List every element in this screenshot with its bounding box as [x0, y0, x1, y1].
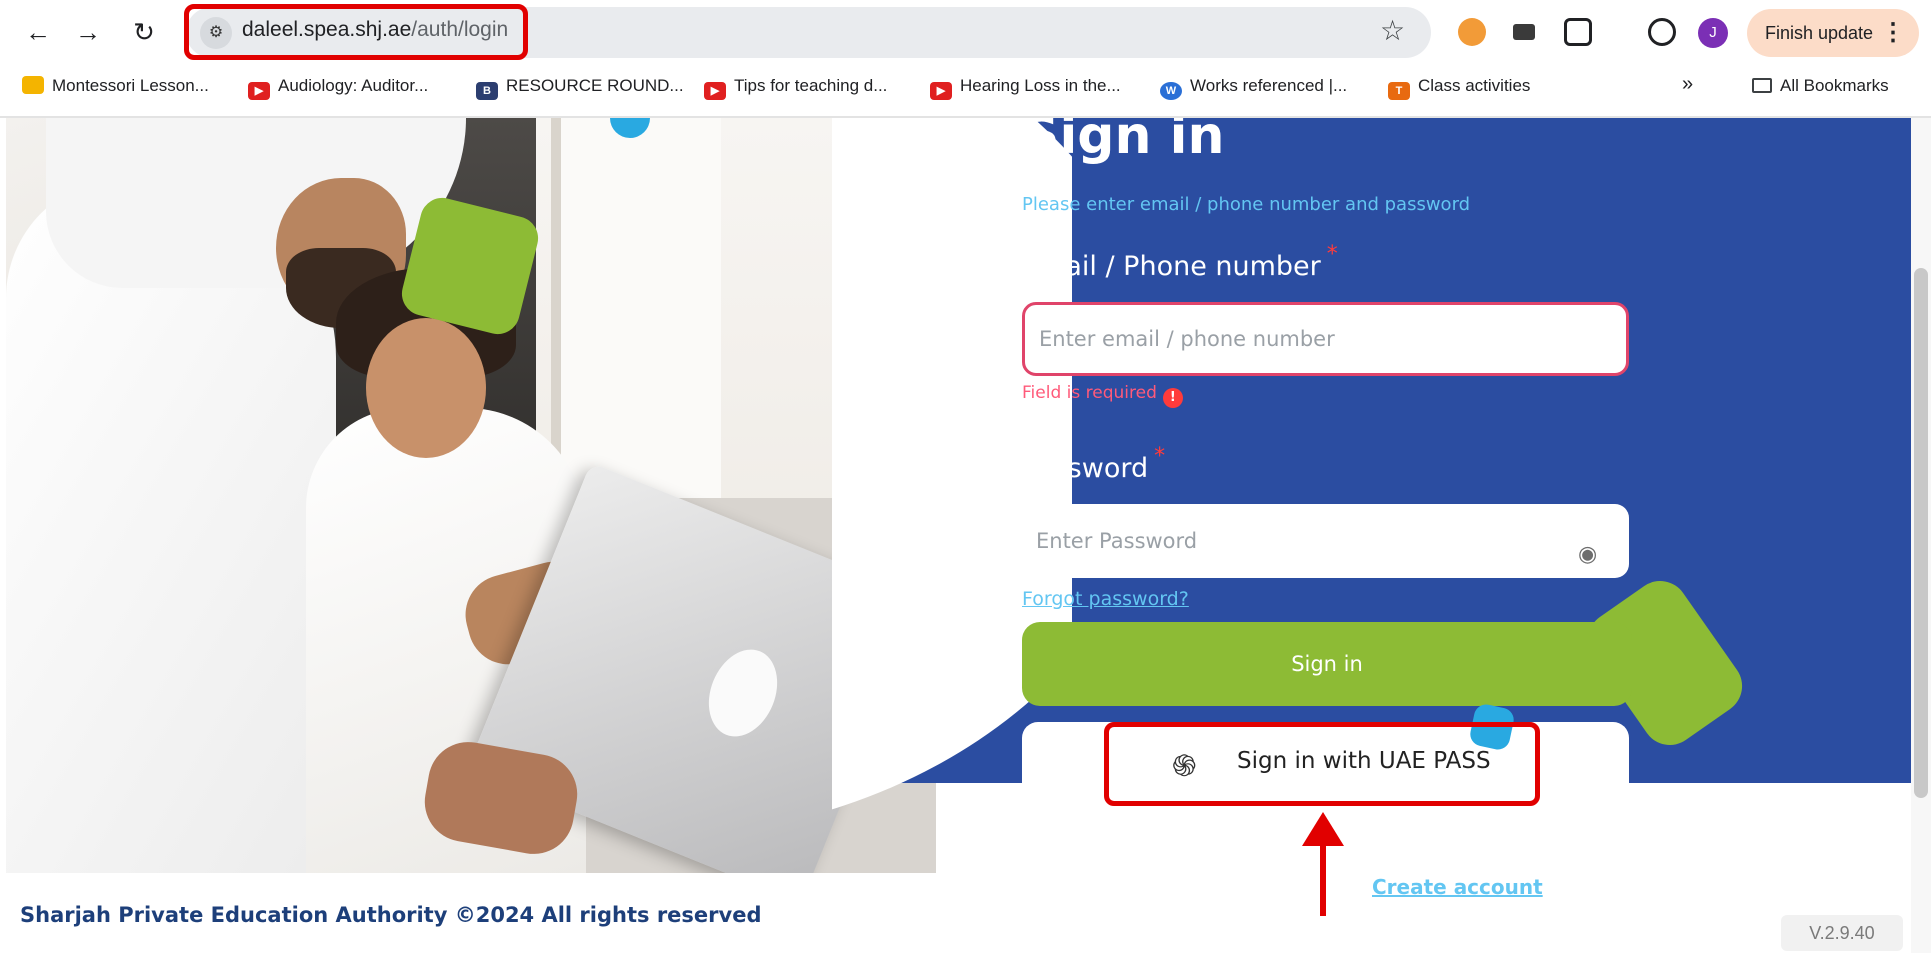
more-bookmarks-chevron-icon[interactable]: » [1682, 73, 1693, 96]
folder-icon [1752, 78, 1772, 93]
bookmarks-bar: Montessori Lesson... ▶ Audiology: Auditor… [0, 70, 1931, 106]
youtube-icon: ▶ [704, 82, 726, 100]
password-field[interactable]: Enter Password [1022, 504, 1629, 578]
bookmark-item[interactable]: Montessori Lesson... [22, 76, 209, 96]
email-error-message: Field is required! [1022, 383, 1183, 408]
scrollbar-thumb[interactable] [1914, 268, 1928, 798]
finish-update-label: Finish update [1765, 23, 1874, 43]
annotation-arrow [1320, 832, 1326, 916]
annotation-url-highlight [184, 4, 528, 60]
required-asterisk: * [1326, 242, 1338, 267]
performance-icon[interactable] [1648, 18, 1676, 46]
all-bookmarks-folder[interactable]: All Bookmarks [1752, 76, 1889, 96]
required-asterisk: * [1154, 444, 1166, 469]
login-subtitle: Please enter email / phone number and pa… [1022, 194, 1471, 215]
page-title: Sign in [1022, 118, 1225, 166]
bookmark-item[interactable]: B RESOURCE ROUND... [476, 76, 684, 100]
bookmark-star-icon[interactable]: ☆ [1380, 14, 1405, 47]
sign-in-button[interactable]: Sign in [1022, 622, 1632, 706]
profile-avatar[interactable]: J [1698, 18, 1728, 48]
extensions-puzzle-icon[interactable] [1564, 18, 1592, 46]
bookmark-item[interactable]: ▶ Audiology: Auditor... [248, 76, 428, 100]
wordpress-icon: W [1160, 82, 1182, 100]
forgot-password-link[interactable]: Forgot password? [1022, 588, 1189, 610]
photo-window-light [551, 118, 721, 528]
show-password-eye-icon[interactable]: ◉ [1578, 541, 1597, 567]
youtube-icon: ▶ [930, 82, 952, 100]
email-field[interactable]: Enter email / phone number [1022, 302, 1629, 376]
extension-orange-icon[interactable] [1458, 18, 1486, 46]
footer-copyright: Sharjah Private Education Authority ©202… [20, 903, 762, 927]
browser-chrome: ← → ↻ ⚙ daleel.spea.shj.ae/auth/login ☆ … [0, 0, 1931, 118]
back-arrow-icon[interactable]: ← [20, 14, 56, 50]
bookmark-item[interactable]: ▶ Tips for teaching d... [704, 76, 887, 100]
reload-icon[interactable]: ↻ [126, 14, 162, 50]
login-page: Sign in Please enter email / phone numbe… [0, 118, 1931, 953]
annotation-uae-pass-highlight [1104, 722, 1540, 806]
finish-update-button[interactable]: Finish update ⋮ [1747, 9, 1919, 57]
password-label: Password * [1022, 444, 1166, 484]
bookmark-item[interactable]: T Class activities [1388, 76, 1530, 100]
version-badge: V.2.9.40 [1781, 915, 1903, 951]
b-icon: B [476, 82, 498, 100]
t-icon: T [1388, 82, 1410, 100]
forward-arrow-icon[interactable]: → [70, 14, 106, 50]
browser-toolbar: ← → ↻ ⚙ daleel.spea.shj.ae/auth/login ☆ … [0, 0, 1931, 64]
bookmark-item[interactable]: W Works referenced |... [1160, 76, 1347, 100]
photo-boy-face [366, 318, 486, 458]
extension-reader-icon[interactable] [1513, 24, 1535, 40]
bookmark-item[interactable]: ▶ Hearing Loss in the... [930, 76, 1121, 100]
youtube-icon: ▶ [248, 82, 270, 100]
error-icon: ! [1162, 388, 1183, 408]
email-label: Email / Phone number * [1022, 242, 1338, 282]
more-menu-icon[interactable]: ⋮ [1881, 9, 1905, 57]
create-account-link[interactable]: Create account [1372, 875, 1543, 899]
montessori-icon [22, 76, 44, 94]
